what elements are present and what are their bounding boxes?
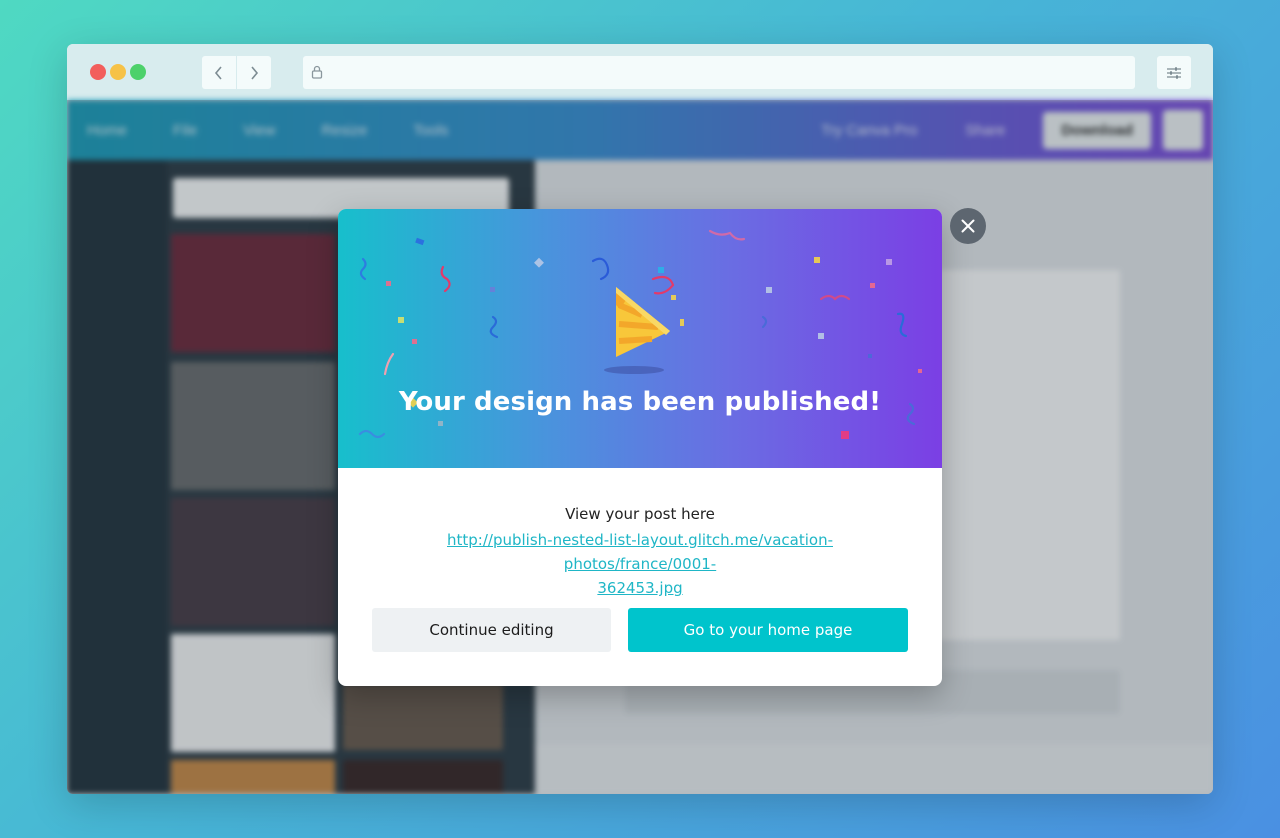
browser-toolbar bbox=[67, 44, 1213, 100]
post-link[interactable]: http://publish-nested-list-layout.glitch… bbox=[378, 528, 902, 600]
lock-icon bbox=[311, 65, 323, 79]
window-close-dot[interactable] bbox=[90, 64, 106, 80]
window-maximize-dot[interactable] bbox=[130, 64, 146, 80]
forward-button[interactable] bbox=[237, 56, 271, 89]
post-link-line2[interactable]: 362453.jpg bbox=[597, 579, 682, 597]
address-bar[interactable] bbox=[303, 56, 1135, 89]
window-minimize-dot[interactable] bbox=[110, 64, 126, 80]
post-link-line1[interactable]: http://publish-nested-list-layout.glitch… bbox=[447, 531, 833, 573]
close-icon bbox=[961, 219, 975, 233]
go-home-button[interactable]: Go to your home page bbox=[628, 608, 908, 652]
close-modal-button[interactable] bbox=[950, 208, 986, 244]
back-button[interactable] bbox=[202, 56, 236, 89]
continue-editing-button[interactable]: Continue editing bbox=[372, 608, 611, 652]
settings-sliders-icon bbox=[1167, 66, 1181, 79]
modal-title: Your design has been published! bbox=[398, 387, 882, 417]
publish-success-modal: Your design has been published! View you… bbox=[338, 209, 942, 686]
modal-hero: Your design has been published! bbox=[338, 209, 942, 468]
confetti-decoration bbox=[358, 229, 922, 439]
party-popper-icon bbox=[604, 287, 670, 374]
chevron-right-icon bbox=[251, 65, 259, 80]
settings-button[interactable] bbox=[1157, 56, 1191, 89]
chevron-left-icon bbox=[214, 65, 222, 80]
view-post-text: View your post here bbox=[565, 505, 715, 523]
